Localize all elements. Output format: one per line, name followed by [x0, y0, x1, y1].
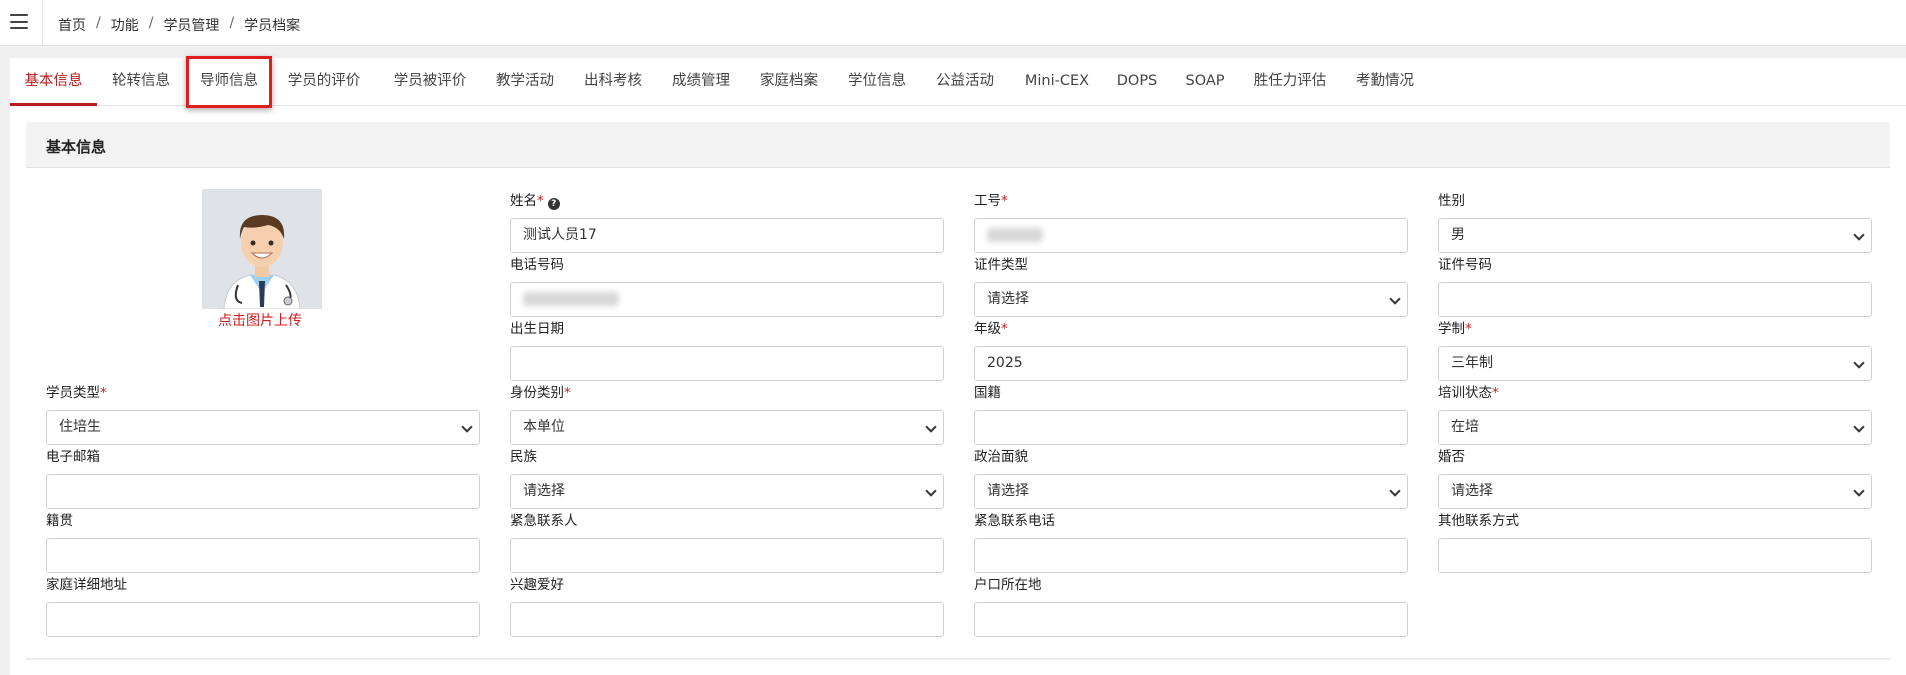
tab-family-archive[interactable]: 家庭档案: [756, 58, 822, 106]
chevron-down-icon: [1853, 229, 1865, 241]
emergency-phone-label: 紧急联系电话: [974, 513, 1055, 529]
grade-label: 年级*: [974, 321, 1008, 337]
blurred-value: [987, 228, 1043, 242]
id-number-input[interactable]: [1438, 282, 1872, 317]
chevron-down-icon: [1389, 293, 1401, 305]
other-contact-input[interactable]: [1438, 538, 1872, 573]
chevron-down-icon: [1389, 485, 1401, 497]
tab-degree-info[interactable]: 学位信息: [844, 58, 910, 106]
doctor-avatar-icon: [202, 189, 322, 309]
chevron-down-icon: [1853, 357, 1865, 369]
avatar-upload[interactable]: [202, 189, 322, 309]
chevron-down-icon: [925, 485, 937, 497]
training-status-select[interactable]: 在培: [1438, 410, 1872, 445]
student-type-select[interactable]: 住培生: [46, 410, 480, 445]
chevron-down-icon: [1853, 485, 1865, 497]
tab-student-evaluation[interactable]: 学员的评价: [284, 58, 364, 106]
top-bar: 首页 / 功能 / 学员管理 / 学员档案: [0, 0, 1906, 46]
tab-department-exam[interactable]: 出科考核: [580, 58, 646, 106]
gender-select[interactable]: 男: [1438, 218, 1872, 253]
hobbies-input[interactable]: [510, 602, 944, 637]
topbar-divider: [42, 0, 43, 46]
breadcrumb: 首页 / 功能 / 学员管理 / 学员档案: [58, 15, 301, 35]
tab-bar: 基本信息 轮转信息 导师信息 学员的评价 学员被评价 教学活动 出科考核 成绩管…: [10, 56, 1906, 108]
menu-toggle-icon[interactable]: [10, 14, 28, 29]
birth-date-label: 出生日期: [510, 321, 564, 337]
nationality-label: 国籍: [974, 385, 1001, 401]
program-length-select[interactable]: 三年制: [1438, 346, 1872, 381]
emergency-phone-input[interactable]: [974, 538, 1408, 573]
grade-input[interactable]: 2025: [974, 346, 1408, 381]
identity-category-label: 身份类别*: [510, 385, 571, 401]
chevron-down-icon: [461, 421, 473, 433]
tab-competency-assessment[interactable]: 胜任力评估: [1250, 58, 1330, 106]
tab-basic-info[interactable]: 基本信息: [10, 58, 97, 106]
ethnicity-label: 民族: [510, 449, 537, 465]
breadcrumb-student-management[interactable]: 学员管理: [163, 15, 219, 35]
upload-photo-link[interactable]: 点击图片上传: [218, 310, 302, 330]
household-location-input[interactable]: [974, 602, 1408, 637]
name-label: 姓名*?: [510, 192, 560, 210]
political-status-label: 政治面貌: [974, 449, 1028, 465]
nationality-input[interactable]: [974, 410, 1408, 445]
marital-status-select[interactable]: 请选择: [1438, 474, 1872, 509]
help-question-icon[interactable]: ?: [547, 198, 560, 210]
marital-status-label: 婚否: [1438, 449, 1465, 465]
student-type-label: 学员类型*: [46, 385, 107, 401]
emergency-contact-label: 紧急联系人: [510, 513, 578, 529]
staff-no-label: 工号*: [974, 193, 1008, 209]
identity-category-select[interactable]: 本单位: [510, 410, 944, 445]
hobbies-label: 兴趣爱好: [510, 577, 564, 593]
tab-teaching-activity[interactable]: 教学活动: [492, 58, 558, 106]
emergency-contact-input[interactable]: [510, 538, 944, 573]
other-contact-label: 其他联系方式: [1438, 513, 1519, 529]
program-length-label: 学制*: [1438, 321, 1472, 337]
chevron-down-icon: [925, 421, 937, 433]
staff-no-input[interactable]: [974, 218, 1408, 253]
id-type-label: 证件类型: [974, 257, 1028, 273]
gender-label: 性别: [1438, 193, 1465, 209]
tab-dops[interactable]: DOPS: [1112, 58, 1162, 106]
tab-attendance[interactable]: 考勤情况: [1352, 58, 1418, 106]
breadcrumb-home[interactable]: 首页: [58, 15, 86, 35]
home-address-input[interactable]: [46, 602, 480, 637]
email-label: 电子邮箱: [46, 449, 100, 465]
native-place-label: 籍贯: [46, 513, 73, 529]
blurred-value: [523, 292, 619, 306]
section-bottom-divider: [26, 658, 1890, 660]
breadcrumb-function[interactable]: 功能: [111, 15, 139, 35]
phone-label: 电话号码: [510, 257, 564, 273]
phone-input[interactable]: [510, 282, 944, 317]
id-number-label: 证件号码: [1438, 257, 1492, 273]
native-place-input[interactable]: [46, 538, 480, 573]
tab-student-evaluated[interactable]: 学员被评价: [390, 58, 470, 106]
email-input[interactable]: [46, 474, 480, 509]
ethnicity-select[interactable]: 请选择: [510, 474, 944, 509]
main-panel: 基本信息 轮转信息 导师信息 学员的评价 学员被评价 教学活动 出科考核 成绩管…: [10, 56, 1906, 675]
tab-score-management[interactable]: 成绩管理: [668, 58, 734, 106]
id-type-select[interactable]: 请选择: [974, 282, 1408, 317]
tab-mentor-info[interactable]: 导师信息: [196, 58, 262, 106]
tab-rotation-info[interactable]: 轮转信息: [108, 58, 174, 106]
political-status-select[interactable]: 请选择: [974, 474, 1408, 509]
breadcrumb-student-archive: 学员档案: [244, 18, 301, 34]
chevron-down-icon: [1853, 421, 1865, 433]
name-input[interactable]: 测试人员17: [510, 218, 944, 253]
tab-soap[interactable]: SOAP: [1180, 58, 1230, 106]
home-address-label: 家庭详细地址: [46, 577, 127, 593]
birth-date-input[interactable]: [510, 346, 944, 381]
section-header: 基本信息: [26, 122, 1890, 168]
training-status-label: 培训状态*: [1438, 385, 1499, 401]
tab-mini-cex[interactable]: Mini-CEX: [1020, 58, 1094, 106]
household-location-label: 户口所在地: [974, 577, 1042, 593]
section-title: 基本信息: [46, 138, 107, 156]
tab-public-welfare[interactable]: 公益活动: [932, 58, 998, 106]
